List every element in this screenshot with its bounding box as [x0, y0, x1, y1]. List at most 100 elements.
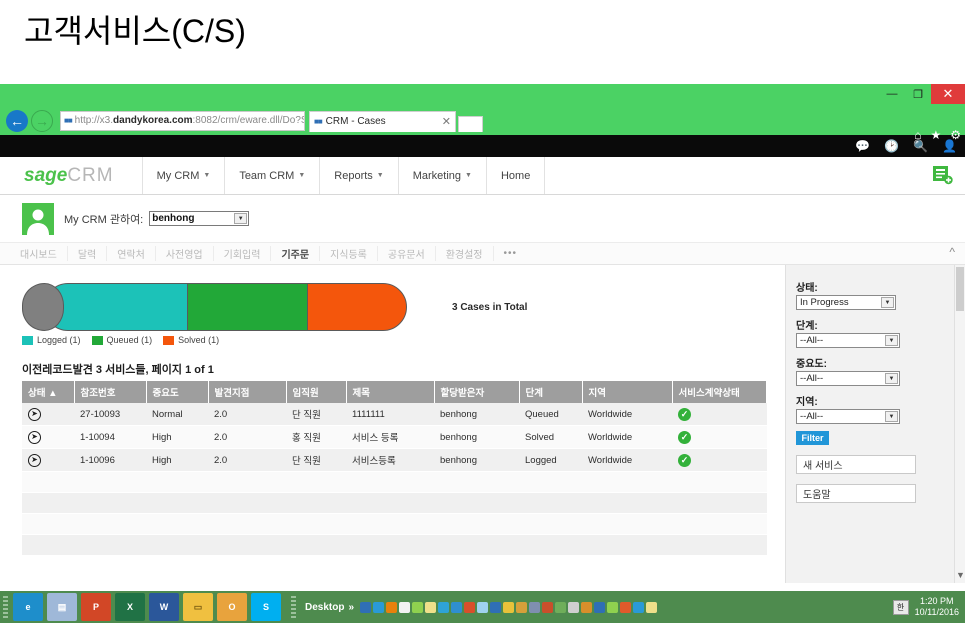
new-tab-button[interactable]: [458, 115, 483, 132]
column-header-status[interactable]: 상태 ▲: [22, 381, 75, 403]
forward-arrow-icon[interactable]: →: [31, 109, 53, 132]
filter-select-territory[interactable]: --All-- ▼: [796, 409, 900, 424]
tray-icon[interactable]: [620, 601, 632, 613]
tray-icon[interactable]: [490, 601, 502, 613]
scrollbar-thumb[interactable]: [956, 267, 964, 311]
arrow-right-icon[interactable]: ➤: [28, 407, 41, 421]
tray-icon[interactable]: [529, 601, 541, 613]
cell-employee[interactable]: 단 직원: [286, 403, 346, 426]
tray-icon[interactable]: [360, 601, 372, 613]
taskbar-icon-internet-explorer[interactable]: e: [13, 593, 43, 621]
column-header-employee[interactable]: 임직원: [286, 381, 347, 403]
nav-item-marketing[interactable]: Marketing ▼: [397, 157, 486, 194]
chevron-up-icon[interactable]: ^: [949, 245, 955, 259]
tray-icon[interactable]: [581, 601, 593, 613]
tray-icon[interactable]: [646, 601, 658, 613]
column-header-subject[interactable]: 제목: [346, 381, 435, 403]
chevron-down-icon[interactable]: ▼: [234, 213, 248, 224]
tab-cases[interactable]: 기주문: [271, 246, 321, 261]
tray-icon[interactable]: [607, 601, 619, 613]
chevron-down-icon[interactable]: ▼: [955, 570, 965, 580]
chevron-down-icon[interactable]: ▼: [885, 411, 898, 422]
help-button[interactable]: 도움말: [796, 484, 916, 503]
table-row[interactable]: ➤ 27-10093 Normal 2.0 단 직원 1111111 benho…: [22, 403, 767, 426]
tray-icon[interactable]: [373, 601, 385, 613]
tab-more-options[interactable]: •••: [494, 248, 528, 259]
taskbar-icon-skype[interactable]: S: [251, 593, 281, 621]
my-crm-user-select[interactable]: benhong ▼: [149, 211, 250, 226]
gear-icon[interactable]: ⚙: [950, 128, 961, 142]
cell-ref[interactable]: 1-10096: [74, 448, 146, 472]
tab-calendar[interactable]: 달력: [68, 246, 108, 261]
column-header-territory[interactable]: 지역: [582, 381, 673, 403]
tray-icon[interactable]: [464, 601, 476, 613]
scrollbar[interactable]: ▼: [954, 265, 965, 583]
nav-item-home[interactable]: Home: [485, 157, 546, 194]
taskbar-icon-outlook[interactable]: O: [217, 593, 247, 621]
table-row[interactable]: ➤ 1-10096 High 2.0 단 직원 서비스등록 benhong Lo…: [22, 448, 767, 472]
taskbar-icon-file-explorer[interactable]: ▭: [183, 593, 213, 621]
nav-item-reports[interactable]: Reports ▼: [319, 157, 397, 194]
favorites-star-icon[interactable]: ★: [930, 128, 941, 142]
tray-icon[interactable]: [516, 601, 528, 613]
tray-icon[interactable]: [542, 601, 554, 613]
column-header-contract[interactable]: 서비스계약상태: [672, 381, 767, 403]
cell-ref[interactable]: 27-10093: [74, 403, 146, 426]
filter-button[interactable]: Filter: [796, 431, 829, 445]
tray-icon[interactable]: [386, 601, 398, 613]
chevron-down-icon[interactable]: ▼: [885, 373, 898, 384]
arrow-right-icon[interactable]: ➤: [28, 453, 41, 467]
chevron-down-icon[interactable]: ▼: [881, 297, 894, 308]
tray-icon[interactable]: [412, 601, 424, 613]
tab-preferences[interactable]: 환경설정: [436, 246, 494, 261]
tab-presales[interactable]: 사전영업: [156, 246, 214, 261]
speech-bubble-icon[interactable]: 💬: [855, 139, 870, 153]
address-bar[interactable]: ■■ http://x3. dandykorea.com:8082/crm/ewa…: [60, 110, 305, 131]
chevron-down-icon[interactable]: ▼: [885, 335, 898, 346]
clock[interactable]: 1:20 PM 10/11/2016: [915, 596, 959, 618]
restore-button[interactable]: ❐: [905, 84, 931, 104]
minimize-button[interactable]: —: [879, 84, 905, 104]
home-icon[interactable]: ⌂: [914, 128, 921, 142]
back-arrow-icon[interactable]: ←: [6, 109, 28, 132]
cell-status[interactable]: ➤: [22, 403, 74, 426]
desktop-overflow-chevron-icon[interactable]: »: [348, 602, 354, 613]
cell-status[interactable]: ➤: [22, 448, 74, 472]
tray-icon[interactable]: [425, 601, 437, 613]
tray-icon[interactable]: [399, 601, 411, 613]
taskbar-icon-word[interactable]: W: [149, 593, 179, 621]
tray-icon[interactable]: [555, 601, 567, 613]
tab-knowledge[interactable]: 지식등록: [320, 246, 378, 261]
column-header-stage[interactable]: 단계: [519, 381, 583, 403]
tray-icon[interactable]: [503, 601, 515, 613]
tab-dashboard[interactable]: 대시보드: [10, 246, 68, 261]
cell-employee[interactable]: 홍 직원: [286, 425, 346, 449]
desktop-toolbar-label[interactable]: Desktop: [305, 602, 344, 613]
taskbar-icon-excel[interactable]: X: [115, 593, 145, 621]
ime-indicator[interactable]: 한: [892, 599, 909, 615]
tab-contacts[interactable]: 연락처: [107, 246, 156, 261]
tray-icon[interactable]: [594, 601, 606, 613]
tray-icon[interactable]: [633, 601, 645, 613]
filter-select-priority[interactable]: --All-- ▼: [796, 371, 900, 386]
arrow-right-icon[interactable]: ➤: [28, 430, 41, 444]
column-header-assigned[interactable]: 할당받은자: [434, 381, 520, 403]
table-row[interactable]: ➤ 1-10094 High 2.0 홍 직원 서비스 등록 benhong S…: [22, 425, 767, 449]
taskbar-icon-notepad[interactable]: ▤: [47, 593, 77, 621]
filter-select-status[interactable]: In Progress ▼: [796, 295, 896, 310]
taskbar-icon-powerpoint[interactable]: P: [81, 593, 111, 621]
tray-icon[interactable]: [438, 601, 450, 613]
nav-item-my-crm[interactable]: My CRM ▼: [141, 157, 225, 194]
tab-opportunities[interactable]: 기회입력: [214, 246, 272, 261]
column-header-priority[interactable]: 중요도: [146, 381, 209, 403]
cell-status[interactable]: ➤: [22, 425, 74, 449]
tab-close-icon[interactable]: ✕: [442, 115, 451, 128]
cell-employee[interactable]: 단 직원: [286, 448, 346, 472]
tray-icon[interactable]: [568, 601, 580, 613]
tab-shared-documents[interactable]: 공유문서: [378, 246, 436, 261]
tab-crm-cases[interactable]: ■■ CRM - Cases ✕: [309, 110, 456, 132]
filter-select-stage[interactable]: --All-- ▼: [796, 333, 900, 348]
nav-item-team-crm[interactable]: Team CRM ▼: [224, 157, 319, 194]
tray-icon[interactable]: [451, 601, 463, 613]
close-button[interactable]: ✕: [931, 84, 965, 104]
